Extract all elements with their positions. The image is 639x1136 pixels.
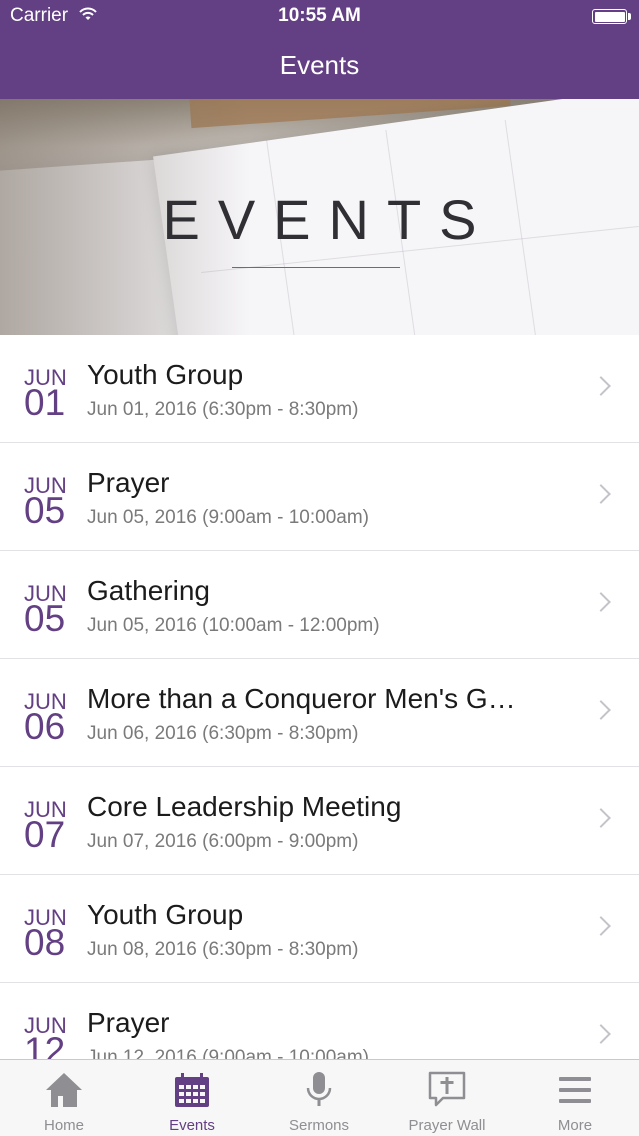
event-day: 12 xyxy=(24,1030,66,1060)
event-row[interactable]: JUN 12 Prayer Jun 12, 2016 (9:00am - 10:… xyxy=(0,983,639,1059)
event-time: Jun 12, 2016 (9:00am - 10:00am) xyxy=(87,1047,370,1059)
event-row[interactable]: JUN 05 Gathering Jun 05, 2016 (10:00am -… xyxy=(0,551,639,659)
event-title: Prayer xyxy=(87,1007,170,1038)
tab-sermons[interactable]: Sermons xyxy=(255,1060,383,1136)
event-time: Jun 08, 2016 (6:30pm - 8:30pm) xyxy=(87,939,359,960)
navigation-bar: Carrier 10:55 AM Events xyxy=(0,0,639,99)
tab-prayer-wall[interactable]: Prayer Wall xyxy=(383,1060,511,1136)
event-title: Prayer xyxy=(87,467,170,498)
event-time: Jun 06, 2016 (6:30pm - 8:30pm) xyxy=(87,723,359,744)
event-time: Jun 05, 2016 (9:00am - 10:00am) xyxy=(87,507,370,528)
event-title: Gathering xyxy=(87,575,210,606)
event-day: 07 xyxy=(24,814,66,855)
home-icon xyxy=(46,1073,82,1107)
chevron-right-icon xyxy=(591,1024,611,1044)
events-banner-image: EVENTS xyxy=(0,99,639,335)
status-bar: Carrier 10:55 AM xyxy=(0,0,639,34)
event-day: 06 xyxy=(24,706,66,747)
event-row[interactable]: JUN 05 Prayer Jun 05, 2016 (9:00am - 10:… xyxy=(0,443,639,551)
battery-icon xyxy=(592,9,627,24)
event-title: Youth Group xyxy=(87,359,244,390)
battery-tip xyxy=(628,13,631,20)
event-title: Core Leadership Meeting xyxy=(87,791,402,822)
microphone-icon xyxy=(306,1072,332,1106)
banner-title: EVENTS xyxy=(162,188,495,251)
chevron-right-icon xyxy=(591,916,611,936)
tab-more[interactable]: More xyxy=(511,1060,639,1136)
chevron-right-icon xyxy=(591,592,611,612)
tab-label: More xyxy=(557,1117,593,1134)
tab-label: Sermons xyxy=(288,1117,350,1134)
event-day: 01 xyxy=(24,382,66,423)
event-time: Jun 05, 2016 (10:00am - 12:00pm) xyxy=(87,615,380,636)
tab-label: Home xyxy=(43,1117,84,1134)
page-title: Events xyxy=(279,50,360,80)
event-day: 05 xyxy=(24,598,66,639)
tab-label: Prayer Wall xyxy=(408,1117,486,1134)
event-row[interactable]: JUN 01 Youth Group Jun 01, 2016 (6:30pm … xyxy=(0,335,639,443)
event-time: Jun 01, 2016 (6:30pm - 8:30pm) xyxy=(87,399,359,420)
chevron-right-icon xyxy=(591,484,611,504)
chevron-right-icon xyxy=(591,700,611,720)
tab-bar: Home Events Sermons Prayer Wall More xyxy=(0,1059,639,1136)
chevron-right-icon xyxy=(591,808,611,828)
prayer-bubble-icon xyxy=(428,1071,466,1107)
menu-icon xyxy=(559,1077,591,1103)
event-day: 05 xyxy=(24,490,66,531)
event-row[interactable]: JUN 07 Core Leadership Meeting Jun 07, 2… xyxy=(0,767,639,875)
status-time: 10:55 AM xyxy=(278,5,361,26)
chevron-right-icon xyxy=(591,376,611,396)
tab-label: Events xyxy=(169,1117,215,1134)
event-row[interactable]: JUN 06 More than a Conqueror Men's G… Ju… xyxy=(0,659,639,767)
event-day: 08 xyxy=(24,922,66,963)
event-title: More than a Conqueror Men's G… xyxy=(87,683,516,714)
event-title: Youth Group xyxy=(87,899,244,930)
calendar-icon xyxy=(175,1073,209,1107)
banner-underline xyxy=(232,267,400,268)
event-list: JUN 01 Youth Group Jun 01, 2016 (6:30pm … xyxy=(0,335,639,1059)
event-time: Jun 07, 2016 (6:00pm - 9:00pm) xyxy=(87,831,359,852)
tab-events[interactable]: Events xyxy=(128,1060,256,1136)
event-row[interactable]: JUN 08 Youth Group Jun 08, 2016 (6:30pm … xyxy=(0,875,639,983)
tab-home[interactable]: Home xyxy=(0,1060,128,1136)
